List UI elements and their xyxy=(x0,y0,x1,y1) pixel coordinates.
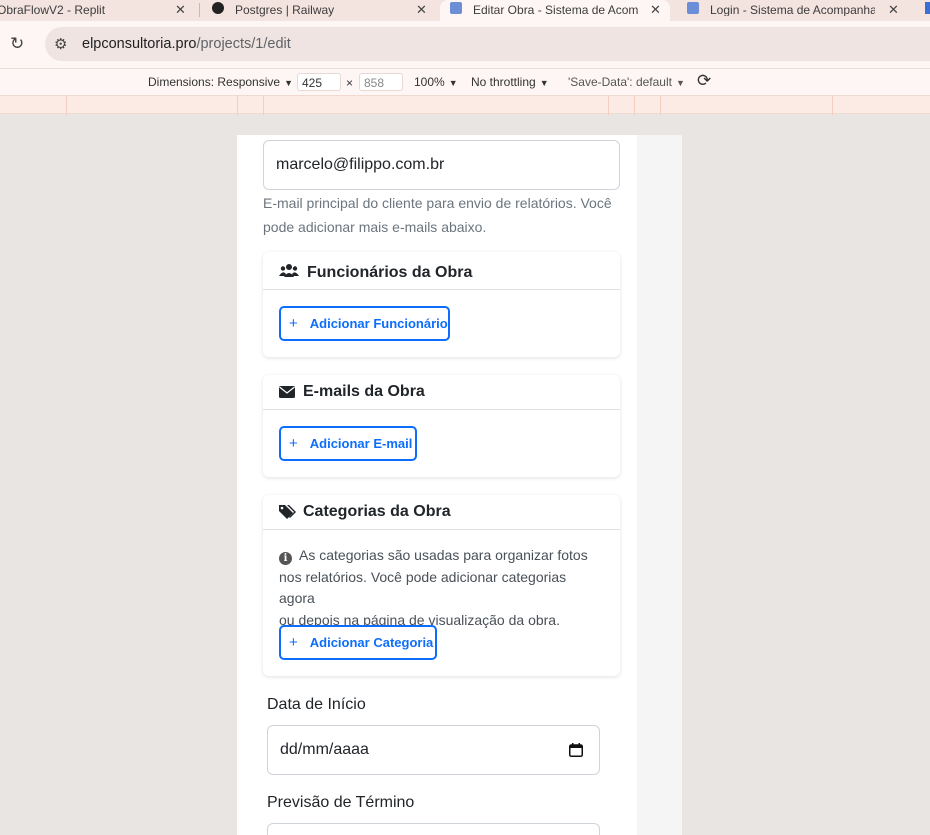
ruler-tick xyxy=(66,96,67,115)
users-icon xyxy=(279,264,299,277)
reload-icon[interactable]: ↻ xyxy=(10,34,24,54)
close-icon[interactable]: ✕ xyxy=(888,2,899,18)
add-employee-button[interactable]: + Adicionar Funcionário xyxy=(279,306,450,341)
card-title: Categorias da Obra xyxy=(303,503,451,520)
device-viewport: marcelo@filippo.com.br E-mail principal … xyxy=(237,135,682,835)
employees-card: Funcionários da Obra + Adicionar Funcioná… xyxy=(263,252,620,357)
categories-card: Categorias da Obra i As categorias são us… xyxy=(263,495,620,676)
date-placeholder: dd/mm/aaaa xyxy=(280,741,369,758)
url-host: elpconsultoria.pro xyxy=(82,36,197,52)
add-email-button[interactable]: + Adicionar E-mail xyxy=(279,426,417,461)
tab-title: ObraFlowV2 - Replit xyxy=(0,3,106,17)
info-line-text: As categorias são usadas para organizar … xyxy=(299,547,588,563)
ruler-tick xyxy=(263,96,264,115)
address-bar-row: ↻ ⚙ elpconsultoria.pro/projects/1/edit xyxy=(0,21,930,68)
save-data-label: 'Save-Data': default xyxy=(568,75,672,89)
caret-down-icon: ▼ xyxy=(675,78,685,88)
end-date-input[interactable] xyxy=(267,823,600,835)
throttling-select[interactable]: No throttling ▼ xyxy=(471,75,549,89)
zoom-select[interactable]: 100% ▼ xyxy=(414,75,458,89)
client-email-value: marcelo@filippo.com.br xyxy=(276,156,445,173)
zoom-label: 100% xyxy=(414,75,445,89)
caret-down-icon: ▼ xyxy=(539,78,549,88)
close-icon[interactable]: ✕ xyxy=(416,2,427,18)
edit-project-page: marcelo@filippo.com.br E-mail principal … xyxy=(237,135,637,835)
client-email-help: E-mail principal do cliente para envio d… xyxy=(263,191,633,239)
dimensions-select[interactable]: Dimensions: Responsive ▼ xyxy=(148,75,293,89)
card-header: Funcionários da Obra xyxy=(263,252,620,290)
omnibox[interactable]: ⚙ elpconsultoria.pro/projects/1/edit xyxy=(45,27,930,61)
start-date-input[interactable]: dd/mm/aaaa xyxy=(267,725,600,775)
tags-icon xyxy=(279,505,296,519)
url-path: /projects/1/edit xyxy=(196,36,291,52)
caret-down-icon: ▼ xyxy=(284,78,293,88)
tab-title: Editar Obra - Sistema de Acomp xyxy=(473,4,638,16)
card-header: E-mails da Obra xyxy=(263,375,620,410)
add-category-button[interactable]: + Adicionar Categoria xyxy=(279,625,437,660)
categories-info: i As categorias são usadas para organizar… xyxy=(279,545,599,631)
calendar-icon[interactable] xyxy=(569,743,583,757)
throttling-label: No throttling xyxy=(471,75,536,89)
caret-down-icon: ▼ xyxy=(448,78,458,88)
railway-favicon-icon xyxy=(212,2,224,14)
tab-title: Postgres | Railway xyxy=(235,3,335,17)
times-symbol: × xyxy=(346,76,354,90)
dimensions-label: Dimensions: Responsive xyxy=(148,75,281,89)
emails-card: E-mails da Obra + Adicionar E-mail xyxy=(263,375,620,477)
start-date-label: Data de Início xyxy=(267,696,366,713)
help-line: E-mail principal do cliente para envio d… xyxy=(263,195,612,211)
ruler-tick xyxy=(660,96,661,115)
button-label: Adicionar Categoria xyxy=(309,635,434,650)
tune-icon[interactable]: ⚙ xyxy=(54,35,67,53)
ruler-tick xyxy=(634,96,635,115)
card-title: E-mails da Obra xyxy=(303,383,425,400)
elp-favicon-icon xyxy=(450,2,462,14)
plus-icon: + xyxy=(289,315,298,332)
plus-icon: + xyxy=(289,634,298,651)
rotate-icon[interactable]: ⟳ xyxy=(697,71,711,91)
info-line: i As categorias são usadas para organizar… xyxy=(279,545,599,567)
width-input[interactable]: 425 xyxy=(297,73,341,91)
plus-icon: + xyxy=(289,435,298,452)
card-title: Funcionários da Obra xyxy=(307,264,473,281)
save-data-select[interactable]: 'Save-Data': default ▼ xyxy=(568,75,685,89)
device-toolbar: Dimensions: Responsive ▼ 425 × 858 100% ▼ … xyxy=(0,68,930,95)
viewport-gutter xyxy=(637,135,682,835)
envelope-icon xyxy=(279,386,295,398)
info-icon: i xyxy=(279,552,292,565)
client-email-input[interactable]: marcelo@filippo.com.br xyxy=(263,140,620,190)
close-icon[interactable]: ✕ xyxy=(650,2,661,18)
height-input[interactable]: 858 xyxy=(359,73,403,91)
button-label: Adicionar Funcionário xyxy=(309,316,448,331)
tab-overflow-indicator xyxy=(925,2,930,14)
help-line: pode adicionar mais e-mails abaixo. xyxy=(263,219,487,235)
tab-editar-obra[interactable]: Editar Obra - Sistema de Acomp ✕ xyxy=(440,0,670,21)
tab-strip: ObraFlowV2 - Replit ✕ Postgres | Railway… xyxy=(0,0,930,21)
button-label: Adicionar E-mail xyxy=(309,436,413,451)
ruler-tick xyxy=(832,96,833,115)
url-text[interactable]: elpconsultoria.pro/projects/1/edit xyxy=(82,36,291,52)
tab-login[interactable]: Login - Sistema de Acompanha ✕ xyxy=(677,0,917,21)
tab-title: Login - Sistema de Acompanha xyxy=(710,4,875,16)
tab-separator xyxy=(199,3,200,17)
end-date-label: Previsão de Término xyxy=(267,794,415,811)
close-icon[interactable]: ✕ xyxy=(175,2,186,18)
ruler-tick xyxy=(237,96,238,115)
card-header: Categorias da Obra xyxy=(263,495,620,530)
info-line: nos relatórios. Você pode adicionar cate… xyxy=(279,568,567,607)
elp-favicon-icon xyxy=(687,2,699,14)
ruler-tick xyxy=(608,96,609,115)
tab-railway[interactable]: Postgres | Railway ✕ xyxy=(207,0,437,21)
media-query-ruler xyxy=(0,95,930,115)
tab-replit[interactable]: ObraFlowV2 - Replit ✕ xyxy=(0,0,192,21)
